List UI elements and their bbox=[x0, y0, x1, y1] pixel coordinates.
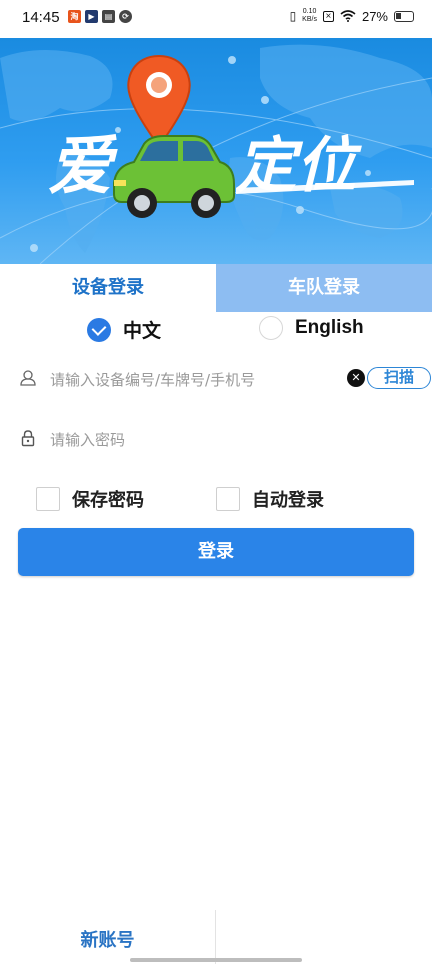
scan-button[interactable]: 扫描 bbox=[367, 367, 431, 389]
new-account-link[interactable]: 新账号 bbox=[0, 926, 215, 952]
play-notification-icon: ▶ bbox=[85, 10, 98, 23]
account-input[interactable] bbox=[50, 365, 340, 395]
auto-login-label: 自动登录 bbox=[252, 490, 324, 511]
banner-title-left: 爱 bbox=[48, 130, 118, 204]
app-notification-icon: 淘 bbox=[68, 10, 81, 23]
password-field bbox=[0, 419, 432, 459]
net-speed: 0.10 KB/s bbox=[302, 8, 317, 24]
notification-icons: 淘 ▶ ▤ ⟳ bbox=[68, 10, 132, 23]
auto-login-checkbox[interactable] bbox=[216, 487, 240, 511]
wifi-icon bbox=[340, 10, 356, 22]
battery-percent: 27% bbox=[361, 8, 388, 24]
no-sim-icon: × bbox=[322, 10, 334, 22]
password-input[interactable] bbox=[50, 425, 340, 455]
login-button[interactable]: 登录 bbox=[18, 528, 414, 576]
language-english-label: English bbox=[295, 317, 364, 338]
save-password-label: 保存密码 bbox=[72, 490, 144, 511]
lock-icon bbox=[21, 430, 35, 447]
language-chinese-label: 中文 bbox=[123, 320, 162, 342]
car-icon bbox=[113, 135, 235, 218]
home-indicator[interactable] bbox=[130, 958, 302, 962]
tab-device-login[interactable]: 设备登录 bbox=[0, 264, 216, 312]
bottom-divider bbox=[215, 910, 216, 964]
clear-input-button[interactable]: ✕ bbox=[347, 369, 365, 387]
auto-login-option[interactable]: 自动登录 bbox=[216, 486, 324, 512]
status-bar: 14:45 淘 ▶ ▤ ⟳ ▯ 0.10 KB/s × 27% bbox=[0, 0, 432, 38]
battery-icon bbox=[394, 10, 414, 22]
save-password-option[interactable]: 保存密码 bbox=[36, 486, 144, 512]
language-option-chinese[interactable]: 中文 bbox=[87, 316, 161, 343]
net-speed-unit: KB/s bbox=[302, 16, 317, 23]
login-tabs: 设备登录 车队登录 bbox=[0, 264, 432, 312]
sync-notification-icon: ⟳ bbox=[119, 10, 132, 23]
account-field: ✕ 扫描 bbox=[0, 359, 432, 399]
message-notification-icon: ▤ bbox=[102, 10, 115, 23]
vibrate-icon: ▯ bbox=[289, 9, 297, 23]
save-password-checkbox[interactable] bbox=[36, 487, 60, 511]
login-options: 保存密码 自动登录 bbox=[0, 482, 432, 514]
language-selector: 中文 English bbox=[0, 312, 432, 348]
app-banner: 爱 定位 bbox=[0, 38, 432, 264]
location-pin-icon bbox=[127, 54, 191, 148]
radio-unchecked-icon[interactable] bbox=[259, 316, 283, 340]
tab-fleet-login[interactable]: 车队登录 bbox=[216, 264, 432, 312]
language-option-english[interactable]: English bbox=[259, 316, 364, 340]
user-icon bbox=[20, 370, 36, 386]
radio-checked-icon[interactable] bbox=[87, 317, 111, 342]
banner-illustration: 爱 定位 bbox=[0, 44, 432, 264]
status-right: ▯ 0.10 KB/s × 27% bbox=[290, 8, 414, 24]
net-speed-value: 0.10 bbox=[302, 8, 317, 15]
status-time: 14:45 bbox=[22, 9, 60, 26]
